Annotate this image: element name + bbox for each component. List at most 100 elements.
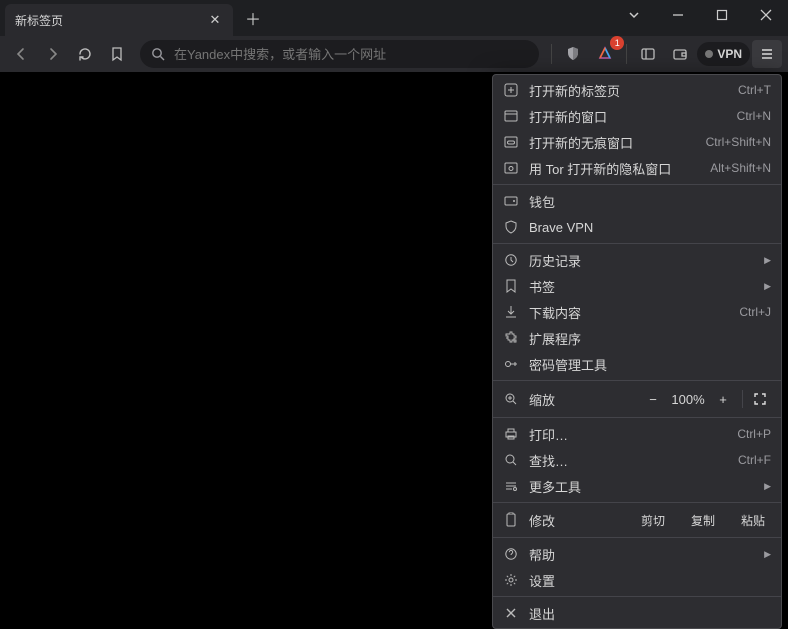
toolbar-separator <box>551 44 552 64</box>
menu-item-label: 打开新的无痕窗口 <box>529 133 696 152</box>
vpn-label: VPN <box>717 47 742 61</box>
submenu-arrow-icon: ▶ <box>761 481 771 492</box>
zoom-label: 缩放 <box>529 390 630 409</box>
menu-separator <box>493 417 781 418</box>
menu-find[interactable]: 查找… Ctrl+F <box>493 447 781 473</box>
menu-item-label: Brave VPN <box>529 220 771 235</box>
new-tab-icon <box>503 82 519 98</box>
tab-active[interactable]: 新标签页 ✕ <box>5 4 233 36</box>
new-window-icon <box>503 108 519 124</box>
menu-item-label: 退出 <box>529 604 771 623</box>
window-minimize-button[interactable] <box>656 0 700 30</box>
window-maximize-button[interactable] <box>700 0 744 30</box>
menu-item-label: 扩展程序 <box>529 329 771 348</box>
print-icon <box>503 426 519 442</box>
menu-passwords[interactable]: 密码管理工具 <box>493 351 781 377</box>
tor-icon <box>503 160 519 176</box>
paste-button[interactable]: 粘贴 <box>735 510 771 531</box>
zoom-in-button[interactable]: + <box>710 388 736 410</box>
menu-item-label: 打开新的标签页 <box>529 81 728 100</box>
reload-button[interactable] <box>70 40 100 68</box>
menu-item-shortcut: Alt+Shift+N <box>710 161 771 175</box>
menu-item-label: 书签 <box>529 277 751 296</box>
bookmark-button[interactable] <box>102 40 132 68</box>
fullscreen-button[interactable] <box>749 388 771 410</box>
menu-item-label: 帮助 <box>529 545 751 564</box>
search-icon <box>150 46 166 62</box>
extension-icon <box>503 330 519 346</box>
zoom-out-button[interactable]: − <box>640 388 666 410</box>
menu-item-shortcut: Ctrl+Shift+N <box>706 135 771 149</box>
back-button[interactable] <box>6 40 36 68</box>
menu-item-label: 打开新的窗口 <box>529 107 727 126</box>
window-controls <box>612 0 788 36</box>
window-dropdown-icon[interactable] <box>612 0 656 30</box>
toolbar-separator <box>626 44 627 64</box>
menu-bookmarks[interactable]: 书签 ▶ <box>493 273 781 299</box>
menu-item-label: 设置 <box>529 571 771 590</box>
wallet-button[interactable] <box>665 40 695 68</box>
menu-item-label: 历史记录 <box>529 251 751 270</box>
menu-item-shortcut: Ctrl+P <box>737 427 771 441</box>
help-icon <box>503 546 519 562</box>
main-menu: 打开新的标签页 Ctrl+T 打开新的窗口 Ctrl+N 打开新的无痕窗口 Ct… <box>492 74 782 629</box>
titlebar: 新标签页 ✕ ＋ <box>0 0 788 36</box>
sidepanel-button[interactable] <box>633 40 663 68</box>
submenu-arrow-icon: ▶ <box>761 255 771 266</box>
menu-separator <box>493 243 781 244</box>
download-icon <box>503 304 519 320</box>
menu-item-label: 钱包 <box>529 192 771 211</box>
shield-icon <box>503 219 519 235</box>
wallet-icon <box>503 193 519 209</box>
vpn-button[interactable]: VPN <box>697 42 750 66</box>
menu-item-label: 用 Tor 打开新的隐私窗口 <box>529 159 700 178</box>
new-tab-button[interactable]: ＋ <box>239 0 267 36</box>
brave-shields-button[interactable] <box>558 40 588 68</box>
vpn-status-dot <box>705 50 713 58</box>
tab-close-icon[interactable]: ✕ <box>207 12 223 28</box>
address-bar[interactable] <box>140 40 539 68</box>
cut-button[interactable]: 剪切 <box>635 510 671 531</box>
menu-separator <box>493 184 781 185</box>
menu-help[interactable]: 帮助 ▶ <box>493 541 781 567</box>
menu-zoom-row: 缩放 − 100% + <box>493 384 781 414</box>
menu-new-tab[interactable]: 打开新的标签页 Ctrl+T <box>493 77 781 103</box>
tab-title: 新标签页 <box>15 12 199 29</box>
menu-separator <box>493 537 781 538</box>
menu-downloads[interactable]: 下载内容 Ctrl+J <box>493 299 781 325</box>
gear-icon <box>503 572 519 588</box>
menu-item-label: 下载内容 <box>529 303 729 322</box>
rewards-badge: 1 <box>610 36 624 50</box>
menu-item-label: 更多工具 <box>529 477 751 496</box>
tools-icon <box>503 478 519 494</box>
menu-settings[interactable]: 设置 <box>493 567 781 593</box>
menu-wallet[interactable]: 钱包 <box>493 188 781 214</box>
menu-print[interactable]: 打印… Ctrl+P <box>493 421 781 447</box>
menu-brave-vpn[interactable]: Brave VPN <box>493 214 781 240</box>
menu-separator <box>493 502 781 503</box>
forward-button[interactable] <box>38 40 68 68</box>
menu-item-shortcut: Ctrl+T <box>738 83 771 97</box>
zoom-value: 100% <box>666 392 710 407</box>
menu-new-private-window[interactable]: 打开新的无痕窗口 Ctrl+Shift+N <box>493 129 781 155</box>
menu-new-tor-window[interactable]: 用 Tor 打开新的隐私窗口 Alt+Shift+N <box>493 155 781 181</box>
copy-button[interactable]: 复制 <box>685 510 721 531</box>
menu-item-shortcut: Ctrl+J <box>739 305 771 319</box>
menu-item-shortcut: Ctrl+F <box>738 453 771 467</box>
menu-new-window[interactable]: 打开新的窗口 Ctrl+N <box>493 103 781 129</box>
key-icon <box>503 356 519 372</box>
bookmark-icon <box>503 278 519 294</box>
menu-item-shortcut: Ctrl+N <box>737 109 771 123</box>
hamburger-menu-button[interactable] <box>752 40 782 68</box>
edit-label: 修改 <box>529 511 625 530</box>
menu-history[interactable]: 历史记录 ▶ <box>493 247 781 273</box>
menu-item-label: 密码管理工具 <box>529 355 771 374</box>
window-close-button[interactable] <box>744 0 788 30</box>
submenu-arrow-icon: ▶ <box>761 281 771 292</box>
menu-exit[interactable]: 退出 <box>493 600 781 626</box>
menu-more-tools[interactable]: 更多工具 ▶ <box>493 473 781 499</box>
address-input[interactable] <box>174 47 529 62</box>
menu-extensions[interactable]: 扩展程序 <box>493 325 781 351</box>
brave-rewards-button[interactable]: 1 <box>590 40 620 68</box>
submenu-arrow-icon: ▶ <box>761 549 771 560</box>
